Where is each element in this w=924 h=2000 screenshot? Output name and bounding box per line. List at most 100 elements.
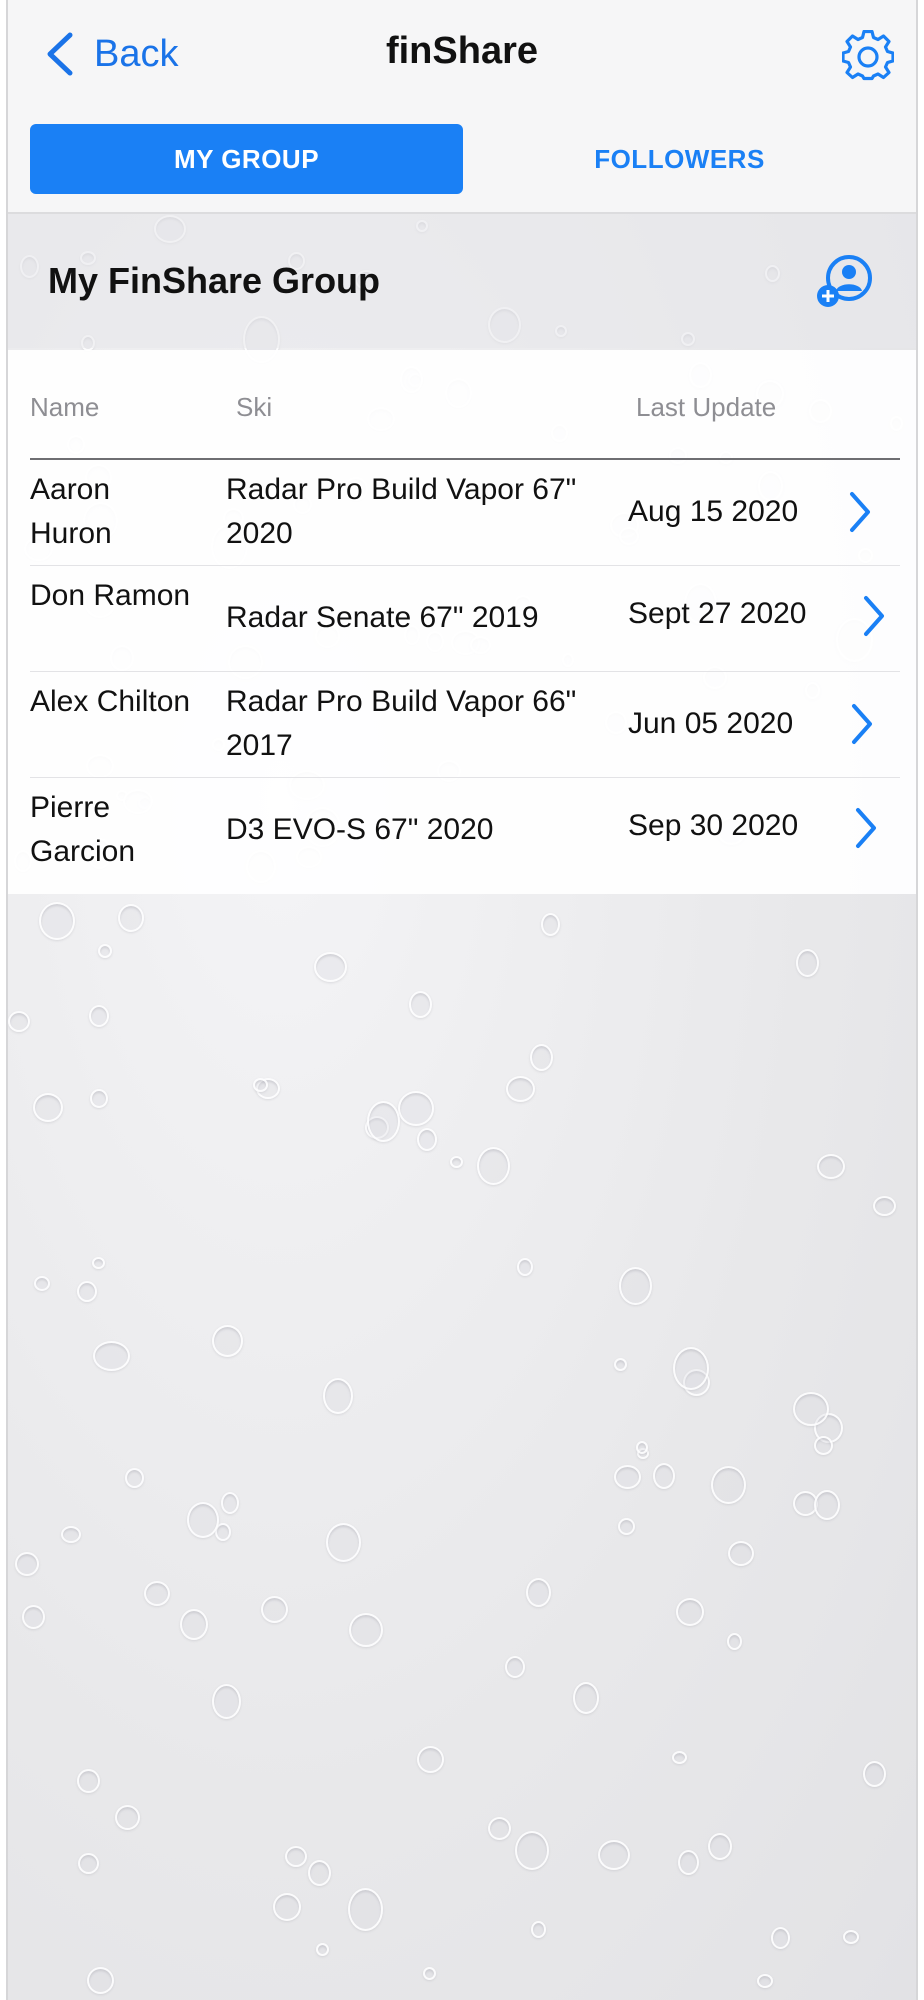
water-droplet bbox=[77, 1281, 97, 1302]
water-droplet bbox=[573, 1682, 599, 1714]
water-droplet bbox=[253, 1078, 268, 1092]
water-droplet bbox=[398, 1091, 434, 1126]
water-droplet bbox=[728, 1541, 754, 1566]
group-title: My FinShare Group bbox=[48, 260, 381, 301]
table-row[interactable]: Aaron Huron Radar Pro Build Vapor 67" 20… bbox=[8, 460, 916, 566]
row-ski: Radar Senate 67" 2019 bbox=[226, 601, 539, 634]
water-droplet bbox=[77, 1769, 100, 1793]
water-droplet bbox=[863, 1761, 886, 1787]
water-droplet bbox=[614, 1358, 627, 1371]
water-droplet bbox=[711, 1466, 746, 1504]
column-header-last-update: Last Update bbox=[636, 392, 777, 422]
water-droplet bbox=[793, 1392, 829, 1426]
water-droplet bbox=[531, 1921, 546, 1938]
row-last-update: Sep 30 2020 bbox=[628, 809, 799, 842]
water-droplet bbox=[316, 1943, 329, 1956]
page-title: finShare bbox=[385, 30, 539, 72]
water-droplet bbox=[796, 949, 819, 977]
water-droplet bbox=[409, 991, 432, 1018]
water-droplet bbox=[212, 1684, 241, 1719]
water-droplet bbox=[118, 904, 144, 932]
tab-my-group[interactable]: MY GROUP bbox=[30, 124, 463, 194]
chevron-right-icon bbox=[864, 596, 884, 636]
row-ski: D3 EVO-S 67" 2020 bbox=[226, 813, 494, 846]
row-ski: Radar Pro Build Vapor 66" 2017 bbox=[226, 685, 577, 762]
water-droplet bbox=[39, 902, 75, 940]
navigation-bar: Back finShare MY GROUP FOLLOWERS bbox=[8, 0, 916, 214]
water-droplet bbox=[598, 1840, 630, 1870]
water-droplet bbox=[814, 1436, 833, 1455]
water-droplet bbox=[814, 1490, 840, 1520]
tab-followers[interactable]: FOLLOWERS bbox=[463, 124, 896, 194]
water-droplet bbox=[515, 1831, 549, 1870]
column-header-name: Name bbox=[30, 392, 100, 422]
row-name: Alex Chilton bbox=[30, 685, 191, 718]
water-droplet bbox=[22, 1605, 45, 1629]
water-droplet bbox=[180, 1609, 208, 1640]
water-droplet bbox=[90, 1089, 108, 1108]
water-droplet bbox=[187, 1502, 219, 1538]
app-screen: Back finShare MY GROUP FOLLOWERS My FinS… bbox=[6, 0, 918, 2000]
water-droplet bbox=[614, 1465, 641, 1489]
water-droplet bbox=[423, 1967, 436, 1980]
water-droplet bbox=[144, 1581, 170, 1606]
chevron-right-icon bbox=[850, 492, 870, 532]
water-droplet bbox=[530, 1044, 553, 1071]
water-droplet bbox=[8, 1011, 30, 1032]
water-droplet bbox=[125, 1468, 144, 1488]
water-droplet bbox=[618, 1518, 635, 1535]
water-droplet bbox=[676, 1598, 704, 1626]
water-droplet bbox=[450, 1156, 463, 1168]
row-name: Aaron Huron bbox=[30, 473, 112, 550]
water-droplet bbox=[78, 1853, 99, 1874]
water-droplet bbox=[273, 1893, 301, 1921]
water-droplet bbox=[326, 1523, 361, 1562]
water-droplet bbox=[285, 1846, 307, 1867]
water-droplet bbox=[323, 1378, 353, 1414]
water-droplet bbox=[221, 1492, 239, 1514]
water-droplet bbox=[505, 1656, 525, 1678]
water-droplet bbox=[34, 1276, 50, 1291]
water-droplet bbox=[61, 1526, 81, 1543]
water-droplet bbox=[488, 1817, 511, 1840]
water-droplet bbox=[506, 1076, 535, 1102]
water-droplet bbox=[98, 944, 112, 958]
water-droplet bbox=[817, 1154, 845, 1179]
chevron-right-icon bbox=[856, 808, 876, 848]
water-droplet bbox=[417, 1128, 437, 1151]
water-droplet bbox=[314, 952, 347, 982]
table-row[interactable]: Don Ramon Radar Senate 67" 2019 Sept 27 … bbox=[8, 566, 916, 672]
segmented-control: MY GROUP FOLLOWERS bbox=[30, 124, 896, 194]
row-last-update: Sept 27 2020 bbox=[628, 597, 807, 630]
gear-icon[interactable] bbox=[842, 30, 894, 82]
water-droplet bbox=[89, 1005, 109, 1027]
row-last-update: Jun 05 2020 bbox=[628, 707, 794, 740]
table-row[interactable]: Alex Chilton Radar Pro Build Vapor 66" 2… bbox=[8, 672, 916, 778]
water-droplet bbox=[636, 1441, 648, 1454]
row-ski: Radar Pro Build Vapor 67" 2020 bbox=[226, 473, 577, 550]
water-droplet bbox=[349, 1613, 383, 1647]
water-droplet bbox=[87, 1967, 114, 1994]
row-last-update: Aug 15 2020 bbox=[628, 495, 799, 528]
water-droplet bbox=[873, 1196, 896, 1216]
water-droplet bbox=[619, 1267, 652, 1305]
members-table: Name Ski Last Update Aaron Huron Radar P… bbox=[8, 350, 916, 894]
water-droplet bbox=[541, 913, 560, 936]
water-droplet bbox=[115, 1805, 140, 1830]
water-droplet bbox=[673, 1347, 709, 1390]
add-user-icon[interactable] bbox=[816, 254, 876, 310]
water-droplet bbox=[477, 1147, 510, 1185]
water-droplet bbox=[308, 1860, 331, 1886]
water-droplet bbox=[92, 1257, 105, 1269]
water-droplet bbox=[526, 1578, 551, 1607]
water-droplet bbox=[708, 1833, 732, 1860]
table-row[interactable]: Pierre Garcion D3 EVO-S 67" 2020 Sep 30 … bbox=[8, 778, 916, 884]
water-droplet bbox=[348, 1888, 383, 1931]
water-droplet bbox=[757, 1974, 773, 1988]
water-droplet bbox=[678, 1850, 699, 1875]
row-name: Pierre Garcion bbox=[30, 791, 136, 868]
water-droplet bbox=[33, 1093, 63, 1122]
water-droplet bbox=[93, 1341, 130, 1371]
water-droplet bbox=[367, 1101, 400, 1142]
group-header: My FinShare Group bbox=[8, 214, 916, 348]
